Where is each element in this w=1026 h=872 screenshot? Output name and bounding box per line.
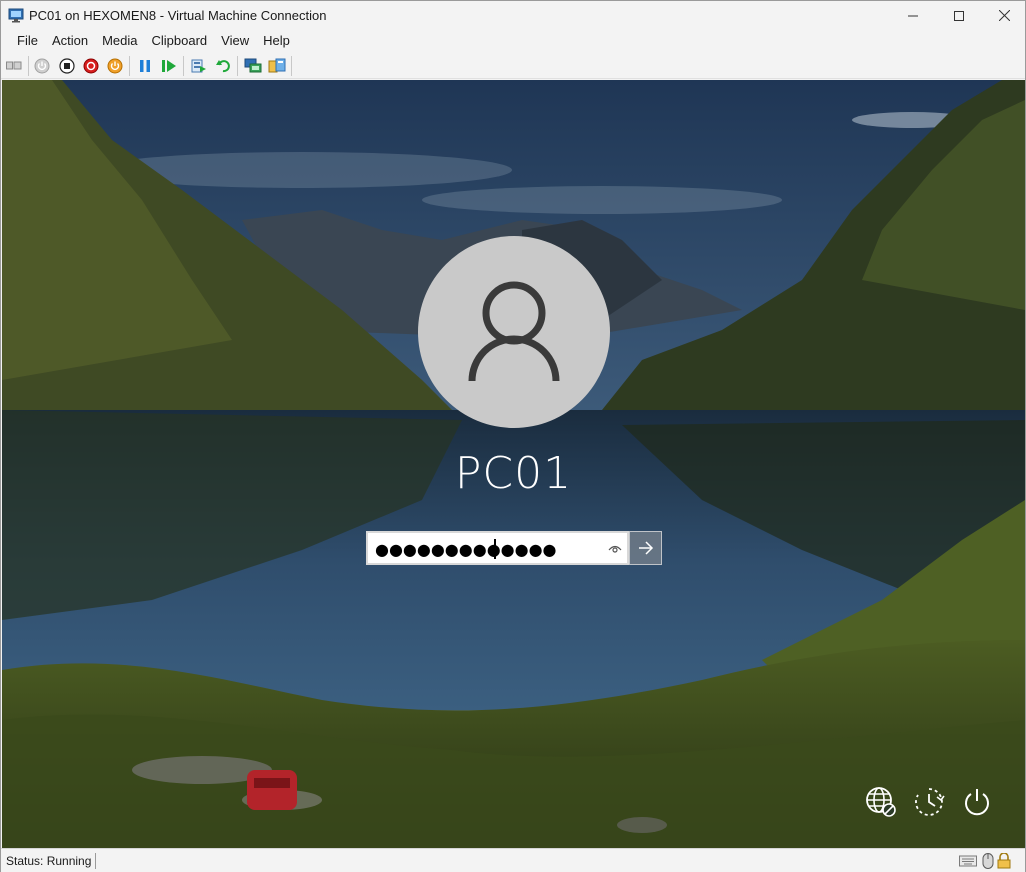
menu-action[interactable]: Action bbox=[45, 30, 95, 52]
ctrl-alt-del-icon[interactable] bbox=[5, 57, 23, 75]
menu-bar: File Action Media Clipboard View Help bbox=[1, 30, 1025, 52]
menu-media[interactable]: Media bbox=[95, 30, 144, 52]
resume-icon[interactable] bbox=[160, 57, 178, 75]
submit-button[interactable] bbox=[629, 531, 662, 565]
menu-clipboard[interactable]: Clipboard bbox=[145, 30, 215, 52]
title-bar[interactable]: PC01 on HEXOMEN8 - Virtual Machine Conne… bbox=[1, 1, 1025, 30]
text-caret bbox=[494, 539, 496, 559]
vm-connection-app-icon bbox=[8, 8, 24, 23]
reveal-password-icon[interactable] bbox=[607, 541, 623, 557]
lock-icon bbox=[997, 853, 1011, 869]
accessibility-icon[interactable] bbox=[912, 785, 946, 819]
toolbar bbox=[1, 52, 1025, 79]
vm-screen[interactable]: PC01 bbox=[2, 80, 1025, 848]
window-title: PC01 on HEXOMEN8 - Virtual Machine Conne… bbox=[29, 8, 327, 23]
status-separator bbox=[95, 853, 96, 869]
checkpoint-icon[interactable] bbox=[190, 57, 208, 75]
minimize-button[interactable] bbox=[890, 1, 936, 30]
password-input[interactable] bbox=[375, 538, 597, 560]
vm-connection-window: PC01 on HEXOMEN8 - Virtual Machine Conne… bbox=[0, 0, 1026, 872]
revert-icon[interactable] bbox=[214, 57, 232, 75]
status-bar: Status: Running bbox=[1, 848, 1025, 872]
start-icon[interactable] bbox=[33, 57, 51, 75]
user-icon bbox=[468, 281, 560, 382]
network-icon[interactable] bbox=[864, 785, 898, 819]
enhanced-session-icon[interactable] bbox=[244, 57, 262, 75]
share-icon[interactable] bbox=[268, 57, 286, 75]
close-button[interactable] bbox=[981, 1, 1026, 30]
status-text: Status: Running bbox=[6, 854, 92, 868]
password-field[interactable] bbox=[366, 531, 629, 565]
keyboard-icon bbox=[959, 853, 977, 869]
arrow-right-icon bbox=[638, 541, 653, 555]
menu-file[interactable]: File bbox=[10, 30, 45, 52]
menu-help[interactable]: Help bbox=[256, 30, 297, 52]
mouse-icon bbox=[982, 853, 994, 869]
pause-icon[interactable] bbox=[136, 57, 154, 75]
shut-down-icon[interactable] bbox=[82, 57, 100, 75]
menu-view[interactable]: View bbox=[214, 30, 256, 52]
power-icon[interactable] bbox=[960, 785, 994, 819]
username-label: PC01 bbox=[454, 448, 573, 499]
save-icon[interactable] bbox=[106, 57, 124, 75]
maximize-button[interactable] bbox=[936, 1, 982, 30]
turn-off-icon[interactable] bbox=[58, 57, 76, 75]
user-avatar bbox=[418, 236, 610, 428]
